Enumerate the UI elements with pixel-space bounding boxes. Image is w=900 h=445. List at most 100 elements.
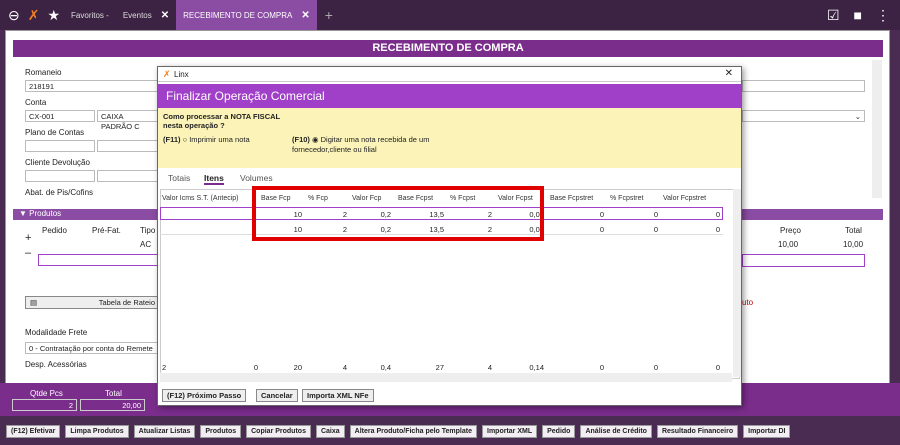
total-cell: 20: [293, 363, 302, 372]
cliente-label: Cliente Devolução: [25, 158, 90, 167]
cancel-button[interactable]: Cancelar: [256, 389, 298, 402]
plano-name-field[interactable]: [97, 140, 160, 152]
right-field-1[interactable]: [742, 80, 865, 92]
cell: 0: [599, 210, 604, 219]
cell: 0: [599, 225, 604, 234]
altera-produto-button[interactable]: Altera Produto/Ficha pelo Template: [349, 425, 477, 438]
main-scrollbar[interactable]: [872, 60, 882, 198]
tab-volumes[interactable]: Volumes: [240, 173, 273, 183]
rateio-button[interactable]: ▤ Tabela de Rateio: [25, 296, 160, 309]
dialog-titlebar: ✗ Linx ✕: [158, 67, 741, 82]
total2-field: 20,00: [80, 399, 145, 411]
col-header: Valor Fcpstret: [663, 195, 707, 202]
tab-itens[interactable]: Itens: [204, 173, 224, 185]
close-icon[interactable]: ✕: [161, 10, 169, 21]
desp-label: Desp. Acessórias: [25, 360, 87, 369]
tab-recebimento[interactable]: RECEBIMENTO DE COMPRA ✕: [176, 0, 317, 30]
next-step-button[interactable]: (F12) Próximo Passo: [162, 389, 247, 402]
tipo-value: AC: [140, 240, 152, 249]
cell: 0: [653, 210, 658, 219]
action-bar: (F12) Efetivar Limpa Produtos Atualizar …: [0, 418, 900, 445]
red-text: uto: [742, 298, 754, 307]
edit-row[interactable]: [38, 254, 158, 266]
romaneio-field[interactable]: 218191: [25, 80, 160, 92]
finalizar-dialog: ✗ Linx ✕ Finalizar Operação Comercial Co…: [157, 66, 742, 406]
conta-label: Conta: [25, 98, 47, 107]
remove-icon[interactable]: –: [25, 247, 31, 259]
tab-totais[interactable]: Totais: [168, 173, 190, 183]
romaneio-label: Romaneio: [25, 68, 62, 77]
tab-favoritos[interactable]: Favoritos -: [64, 0, 116, 30]
total2-label: Total: [105, 389, 122, 398]
total-cell: 0,4: [380, 363, 391, 372]
abat-label: Abat. de Pis/Cofins: [25, 188, 94, 197]
total-cell: 4: [342, 363, 347, 372]
top-bar: ⊖ ✗ ★ Favoritos - Eventos ✕ RECEBIMENTO D…: [0, 0, 900, 30]
option-f10[interactable]: (F10) ◉ Digitar uma nota recebida de um …: [292, 135, 452, 155]
close-icon[interactable]: ✕: [725, 68, 733, 79]
chevron-down-icon: ⌄: [854, 112, 861, 121]
table-icon: ▤: [30, 298, 38, 307]
conta-name-field[interactable]: CAIXA PADRÃO C: [97, 110, 160, 131]
grid-vscroll[interactable]: [733, 189, 741, 377]
nota-fiscal-panel: Como processar a NOTA FISCAL nesta opera…: [158, 108, 741, 168]
col-header: Valor Icms S.T. (Antecip): [162, 195, 239, 202]
total-cell: 0: [253, 363, 258, 372]
modalidade-field[interactable]: 0 - Contratação por conta do Remete: [25, 342, 160, 354]
total-cell: 0,14: [529, 363, 544, 372]
efetivar-button[interactable]: (F12) Efetivar: [6, 425, 61, 438]
cell: 0: [653, 225, 658, 234]
page-title: RECEBIMENTO DE COMPRA: [13, 40, 883, 57]
total-value: 10,00: [843, 240, 864, 249]
total-cell: 0: [653, 363, 658, 372]
cliente-field[interactable]: [25, 170, 95, 182]
conta-code-field[interactable]: CX-001: [25, 110, 95, 122]
col-prefat: Pré-Fat.: [92, 226, 121, 235]
col-header: % Fcpstret: [610, 195, 644, 202]
grid-hscroll[interactable]: [160, 373, 732, 382]
col-tipo: Tipo: [140, 226, 156, 235]
star-icon[interactable]: ★: [47, 7, 60, 24]
total-cell: 0: [599, 363, 604, 372]
tab-eventos[interactable]: Eventos ✕: [116, 0, 176, 30]
plano-field[interactable]: [25, 140, 95, 152]
pedido-button[interactable]: Pedido: [542, 425, 576, 438]
option-f11[interactable]: (F11) ○ Imprimir uma nota: [163, 135, 250, 144]
dialog-app-name: Linx: [174, 70, 189, 79]
chat-icon[interactable]: ■: [854, 7, 862, 23]
back-arrow-icon[interactable]: ⊖: [8, 7, 20, 24]
copiar-produtos-button[interactable]: Copiar Produtos: [246, 425, 311, 438]
total-cell: 2: [162, 363, 167, 372]
cell: 0: [715, 210, 720, 219]
cliente-name-field[interactable]: [97, 170, 160, 182]
resultado-financeiro-button[interactable]: Resultado Financeiro: [656, 425, 739, 438]
qtde-label: Qtde Pcs: [30, 389, 63, 398]
linx-logo-icon: ✗: [27, 6, 40, 23]
add-icon[interactable]: +: [25, 232, 31, 244]
plano-label: Plano de Contas: [25, 128, 85, 137]
dialog-title: Finalizar Operação Comercial: [158, 84, 741, 108]
produtos-button[interactable]: Produtos: [200, 425, 242, 438]
import-xml-button[interactable]: Importa XML NFe: [302, 389, 374, 402]
more-menu-icon[interactable]: ⋮: [876, 7, 890, 24]
edit-row-right[interactable]: [742, 254, 865, 267]
add-tab-icon[interactable]: +: [325, 7, 333, 23]
caixa-button[interactable]: Caixa: [315, 425, 345, 438]
close-icon[interactable]: ✕: [301, 10, 309, 21]
preco-value: 10,00: [778, 240, 799, 249]
importar-xml-button[interactable]: Importar XML: [482, 425, 538, 438]
importar-di-button[interactable]: Importar DI: [743, 425, 791, 438]
cell: 0: [715, 225, 720, 234]
total-cell: 27: [435, 363, 444, 372]
clipboard-icon[interactable]: ☑: [827, 7, 840, 24]
right-select[interactable]: ⌄: [742, 110, 865, 122]
total-header: Total: [845, 226, 862, 235]
total-cell: 0: [715, 363, 720, 372]
col-pedido: Pedido: [42, 226, 67, 235]
highlight-box: [252, 186, 544, 241]
col-header: Base Fcpstret: [550, 195, 594, 202]
atualizar-listas-button[interactable]: Atualizar Listas: [133, 425, 196, 438]
analise-credito-button[interactable]: Análise de Crédito: [580, 425, 652, 438]
qtde-field: 2: [12, 399, 77, 411]
limpa-produtos-button[interactable]: Limpa Produtos: [65, 425, 129, 438]
